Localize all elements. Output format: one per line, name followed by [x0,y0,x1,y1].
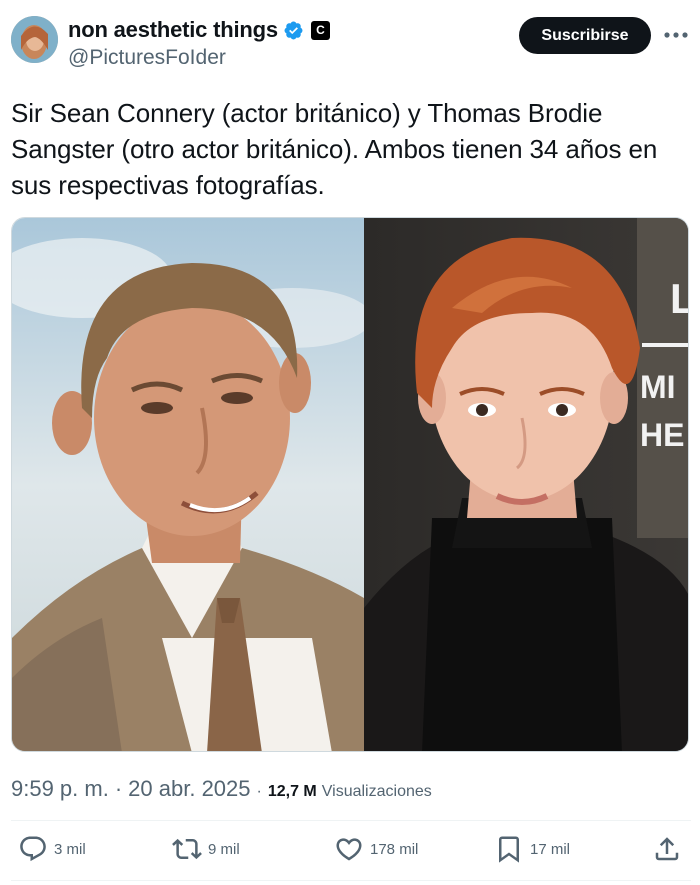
like-button[interactable]: 178 mil [334,834,418,864]
tweet-time[interactable]: 9:59 p. m. [11,776,109,802]
reply-button[interactable]: 3 mil [18,834,86,864]
bookmark-button[interactable]: 17 mil [494,834,570,864]
affiliate-badge: C [310,20,330,40]
author-name-row[interactable]: non aesthetic things C [68,17,330,43]
meta-separator: · [256,783,262,800]
like-icon [336,838,362,861]
right-portrait: L MI HE [364,218,689,751]
meta-separator: · [114,776,123,801]
tweet-header: non aesthetic things C @PicturesFoIder S… [0,0,700,80]
views-label: Visualizaciones [321,783,432,800]
reply-count: 3 mil [54,840,86,858]
background-letter: HE [640,417,684,453]
repost-button[interactable]: 9 mil [172,834,240,864]
views-count: 12,7 M [267,783,317,800]
avatar[interactable] [11,16,58,63]
author-handle[interactable]: @PicturesFoIder [68,46,226,70]
repost-icon [172,838,202,860]
divider [11,820,691,821]
left-portrait [12,218,372,751]
divider [11,880,691,881]
verified-icon [284,21,303,39]
share-button[interactable] [652,834,682,864]
background-letter: L [670,275,689,322]
author-display-name[interactable]: non aesthetic things [68,17,278,43]
share-icon [655,837,679,861]
more-icon[interactable] [663,26,689,44]
action-bar: 3 mil 9 mil 178 mil 17 mil [0,830,700,874]
tweet-meta: 9:59 p. m. · 20 abr. 2025 · 12,7 M Visua… [11,776,432,802]
background-letter: MI [640,369,676,405]
bookmark-count: 17 mil [530,840,571,858]
repost-count: 9 mil [208,840,240,858]
reply-icon [20,836,46,862]
tweet-date[interactable]: 20 abr. 2025 [128,776,250,802]
tweet-text: Sir Sean Connery (actor británico) y Tho… [11,98,658,200]
like-count: 178 mil [370,840,419,858]
subscribe-button[interactable]: Suscribirse [519,17,651,54]
tweet-photo[interactable]: L MI HE [11,217,689,752]
bookmark-icon [499,836,519,863]
